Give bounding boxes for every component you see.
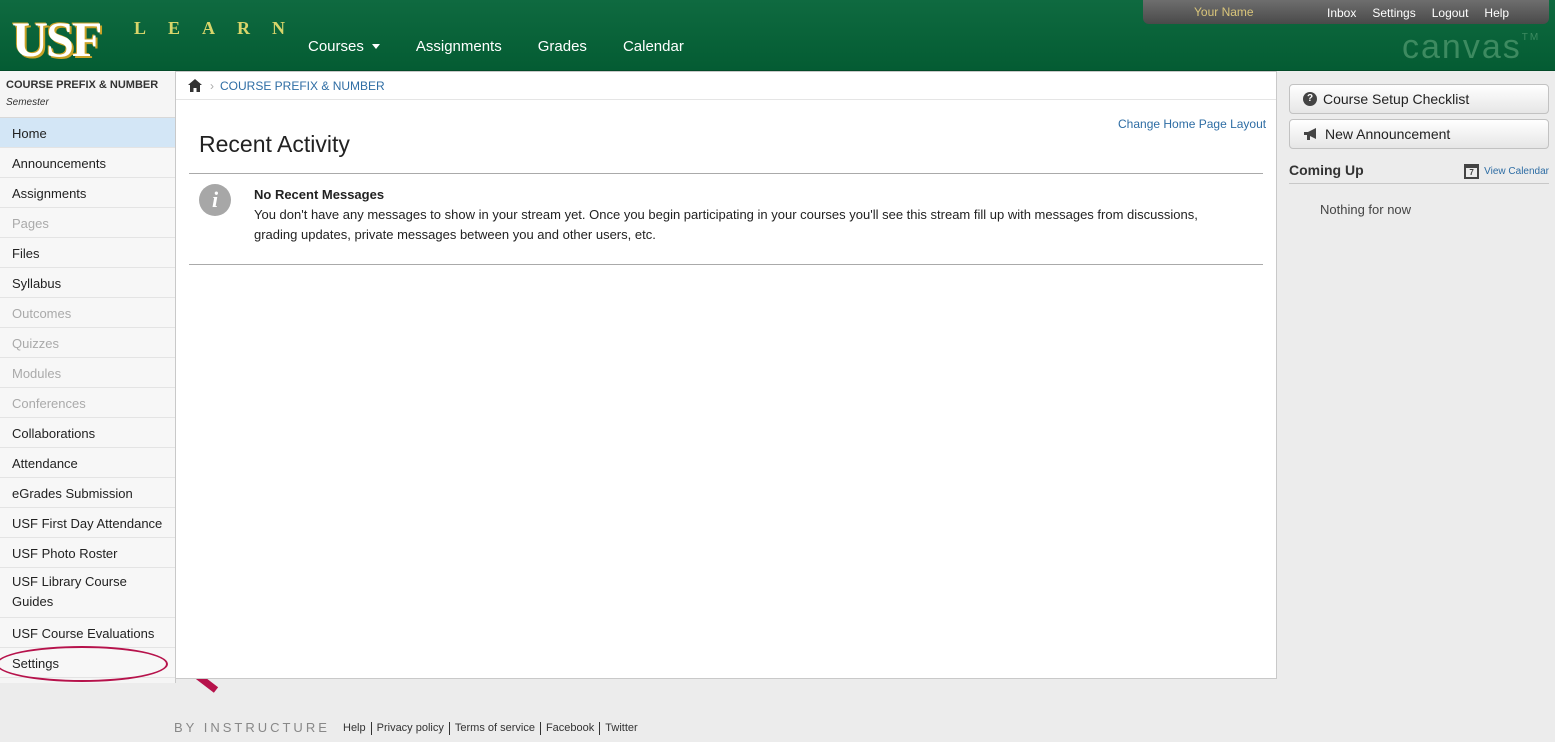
question-circle-icon: ?	[1303, 92, 1317, 106]
chevron-down-icon	[371, 44, 380, 49]
course-title-block: COURSE PREFIX & NUMBER Semester	[0, 71, 175, 118]
breadcrumb-separator-icon: ›	[210, 78, 214, 93]
highlight-ellipse	[0, 646, 168, 682]
canvas-logo: canvasTM	[1402, 28, 1540, 67]
footer-facebook-link[interactable]: Facebook	[541, 722, 601, 735]
course-title[interactable]: COURSE PREFIX & NUMBER	[6, 79, 169, 91]
sidebar-item-usf-photo-roster[interactable]: USF Photo Roster	[0, 538, 175, 568]
sidebar-item-home[interactable]: Home	[0, 118, 175, 148]
sidebar-item-files[interactable]: Files	[0, 238, 175, 268]
nav-grades[interactable]: Grades	[538, 38, 587, 55]
sidebar-item-collaborations[interactable]: Collaborations	[0, 418, 175, 448]
user-bar: Your Name Inbox Settings Logout Help	[1143, 0, 1549, 24]
global-header: USF LEARN Courses Assignments Grades Cal…	[0, 0, 1555, 71]
message-body: You don't have any messages to show in y…	[254, 207, 1198, 242]
usf-logo[interactable]: USF	[12, 14, 102, 64]
page-title: Recent Activity	[199, 131, 350, 157]
main-nav: Courses Assignments Grades Calendar	[308, 38, 720, 55]
course-nav: COURSE PREFIX & NUMBER Semester Home Ann…	[0, 71, 176, 683]
footer-twitter-link[interactable]: Twitter	[600, 722, 642, 735]
footer-help-link[interactable]: Help	[343, 722, 372, 735]
course-setup-checklist-label: Course Setup Checklist	[1323, 91, 1470, 107]
breadcrumb: › COURSE PREFIX & NUMBER	[176, 72, 1276, 100]
footer-privacy-link[interactable]: Privacy policy	[372, 722, 450, 735]
sidebar-item-attendance[interactable]: Attendance	[0, 448, 175, 478]
nav-courses[interactable]: Courses	[308, 38, 380, 55]
settings-link[interactable]: Settings	[1372, 6, 1415, 20]
sidebar-item-quizzes[interactable]: Quizzes	[0, 328, 175, 358]
user-name-link[interactable]: Your Name	[1194, 5, 1254, 19]
sidebar-item-usf-library-course-guides[interactable]: USF Library Course Guides	[0, 568, 175, 618]
sidebar-item-outcomes[interactable]: Outcomes	[0, 298, 175, 328]
view-calendar-label: View Calendar	[1484, 166, 1549, 177]
sidebar-item-egrades-submission[interactable]: eGrades Submission	[0, 478, 175, 508]
info-icon: i	[199, 184, 231, 216]
change-home-page-layout-link[interactable]: Change Home Page Layout	[1118, 117, 1266, 131]
footer-links: Help Privacy policy Terms of service Fac…	[343, 722, 643, 735]
megaphone-icon	[1304, 128, 1316, 140]
message-title: No Recent Messages	[254, 187, 385, 202]
breadcrumb-course-link[interactable]: COURSE PREFIX & NUMBER	[220, 79, 385, 93]
nav-calendar[interactable]: Calendar	[623, 38, 684, 55]
calendar-icon: 7	[1464, 164, 1480, 179]
new-announcement-label: New Announcement	[1325, 126, 1451, 142]
trademark-mark: TM	[1521, 32, 1541, 43]
help-link[interactable]: Help	[1484, 6, 1509, 20]
logout-link[interactable]: Logout	[1432, 6, 1469, 20]
sidebar-item-announcements[interactable]: Announcements	[0, 148, 175, 178]
nav-assignments[interactable]: Assignments	[416, 38, 502, 55]
sidebar-item-usf-first-day-attendance[interactable]: USF First Day Attendance	[0, 508, 175, 538]
footer-terms-link[interactable]: Terms of service	[450, 722, 541, 735]
new-announcement-button[interactable]: New Announcement	[1289, 119, 1549, 149]
sidebar-item-pages[interactable]: Pages	[0, 208, 175, 238]
sidebar-item-usf-course-evaluations[interactable]: USF Course Evaluations	[0, 618, 175, 648]
coming-up-empty-text: Nothing for now	[1320, 202, 1412, 217]
sidebar-item-modules[interactable]: Modules	[0, 358, 175, 388]
course-term: Semester	[6, 97, 49, 108]
coming-up-title: Coming Up	[1289, 162, 1364, 178]
canvas-logo-text: canvas	[1402, 28, 1522, 66]
learn-logo-text: LEARN	[134, 18, 308, 38]
sidebar-item-conferences[interactable]: Conferences	[0, 388, 175, 418]
user-links: Inbox Settings Logout Help	[1327, 6, 1525, 20]
inbox-link[interactable]: Inbox	[1327, 6, 1356, 20]
coming-up-header: Coming Up 7 View Calendar	[1289, 162, 1549, 184]
nav-courses-label: Courses	[308, 38, 364, 55]
instructure-brand[interactable]: BY INSTRUCTURE	[174, 720, 330, 735]
main-content: › COURSE PREFIX & NUMBER Change Home Pag…	[176, 71, 1277, 679]
divider	[189, 173, 1263, 174]
sidebar-item-assignments[interactable]: Assignments	[0, 178, 175, 208]
view-calendar-link[interactable]: 7 View Calendar	[1464, 164, 1549, 179]
course-setup-checklist-button[interactable]: ? Course Setup Checklist	[1289, 84, 1549, 114]
divider	[189, 264, 1263, 265]
sidebar-item-syllabus[interactable]: Syllabus	[0, 268, 175, 298]
home-icon[interactable]	[188, 79, 202, 92]
